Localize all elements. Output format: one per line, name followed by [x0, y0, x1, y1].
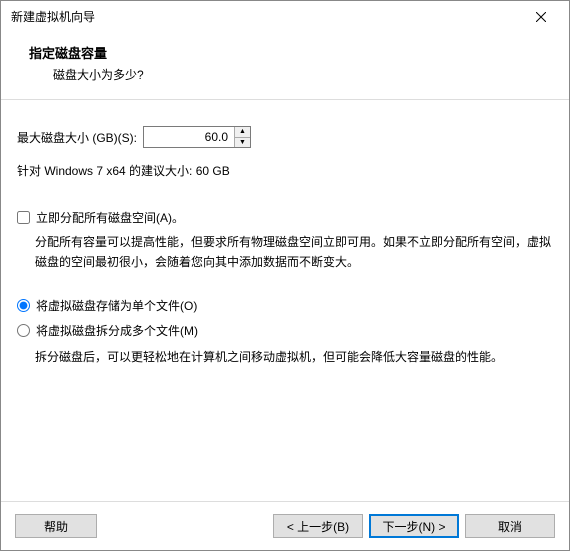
allocate-now-checkbox[interactable]: [17, 211, 30, 224]
store-split-label[interactable]: 将虚拟磁盘拆分成多个文件(M): [36, 322, 198, 339]
wizard-header: 指定磁盘容量 磁盘大小为多少?: [1, 33, 569, 100]
storage-radio-group: 将虚拟磁盘存储为单个文件(O) 将虚拟磁盘拆分成多个文件(M) 拆分磁盘后，可以…: [17, 297, 553, 367]
spinner-buttons: ▲ ▼: [234, 127, 250, 147]
wizard-window: 新建虚拟机向导 指定磁盘容量 磁盘大小为多少? 最大磁盘大小 (GB)(S): …: [0, 0, 570, 551]
store-split-radio[interactable]: [17, 324, 30, 337]
wizard-footer: 帮助 < 上一步(B) 下一步(N) > 取消: [1, 501, 569, 550]
cancel-button[interactable]: 取消: [465, 514, 555, 538]
disk-size-input[interactable]: [144, 127, 234, 147]
close-icon: [536, 12, 546, 22]
help-button[interactable]: 帮助: [15, 514, 97, 538]
store-single-row: 将虚拟磁盘存储为单个文件(O): [17, 297, 553, 314]
page-subheading: 磁盘大小为多少?: [29, 66, 541, 83]
disk-size-label: 最大磁盘大小 (GB)(S):: [17, 129, 137, 146]
store-split-row: 将虚拟磁盘拆分成多个文件(M): [17, 322, 553, 339]
store-split-desc: 拆分磁盘后，可以更轻松地在计算机之间移动虚拟机，但可能会降低大容量磁盘的性能。: [17, 347, 553, 367]
spinner-up[interactable]: ▲: [235, 127, 250, 138]
titlebar: 新建虚拟机向导: [1, 1, 569, 33]
disk-size-row: 最大磁盘大小 (GB)(S): ▲ ▼: [17, 126, 553, 148]
allocate-now-row: 立即分配所有磁盘空间(A)。: [17, 209, 553, 226]
spinner-down[interactable]: ▼: [235, 138, 250, 148]
disk-size-spinner: ▲ ▼: [143, 126, 251, 148]
store-single-label[interactable]: 将虚拟磁盘存储为单个文件(O): [36, 297, 197, 314]
recommended-size: 针对 Windows 7 x64 的建议大小: 60 GB: [17, 162, 553, 179]
store-single-radio[interactable]: [17, 299, 30, 312]
next-button[interactable]: 下一步(N) >: [369, 514, 459, 538]
page-heading: 指定磁盘容量: [29, 43, 541, 62]
wizard-content: 最大磁盘大小 (GB)(S): ▲ ▼ 针对 Windows 7 x64 的建议…: [1, 100, 569, 501]
close-button[interactable]: [521, 3, 561, 31]
back-button[interactable]: < 上一步(B): [273, 514, 363, 538]
allocate-now-label[interactable]: 立即分配所有磁盘空间(A)。: [36, 209, 184, 226]
window-title: 新建虚拟机向导: [11, 8, 521, 25]
allocate-now-desc: 分配所有容量可以提高性能，但要求所有物理磁盘空间立即可用。如果不立即分配所有空间…: [17, 232, 553, 273]
